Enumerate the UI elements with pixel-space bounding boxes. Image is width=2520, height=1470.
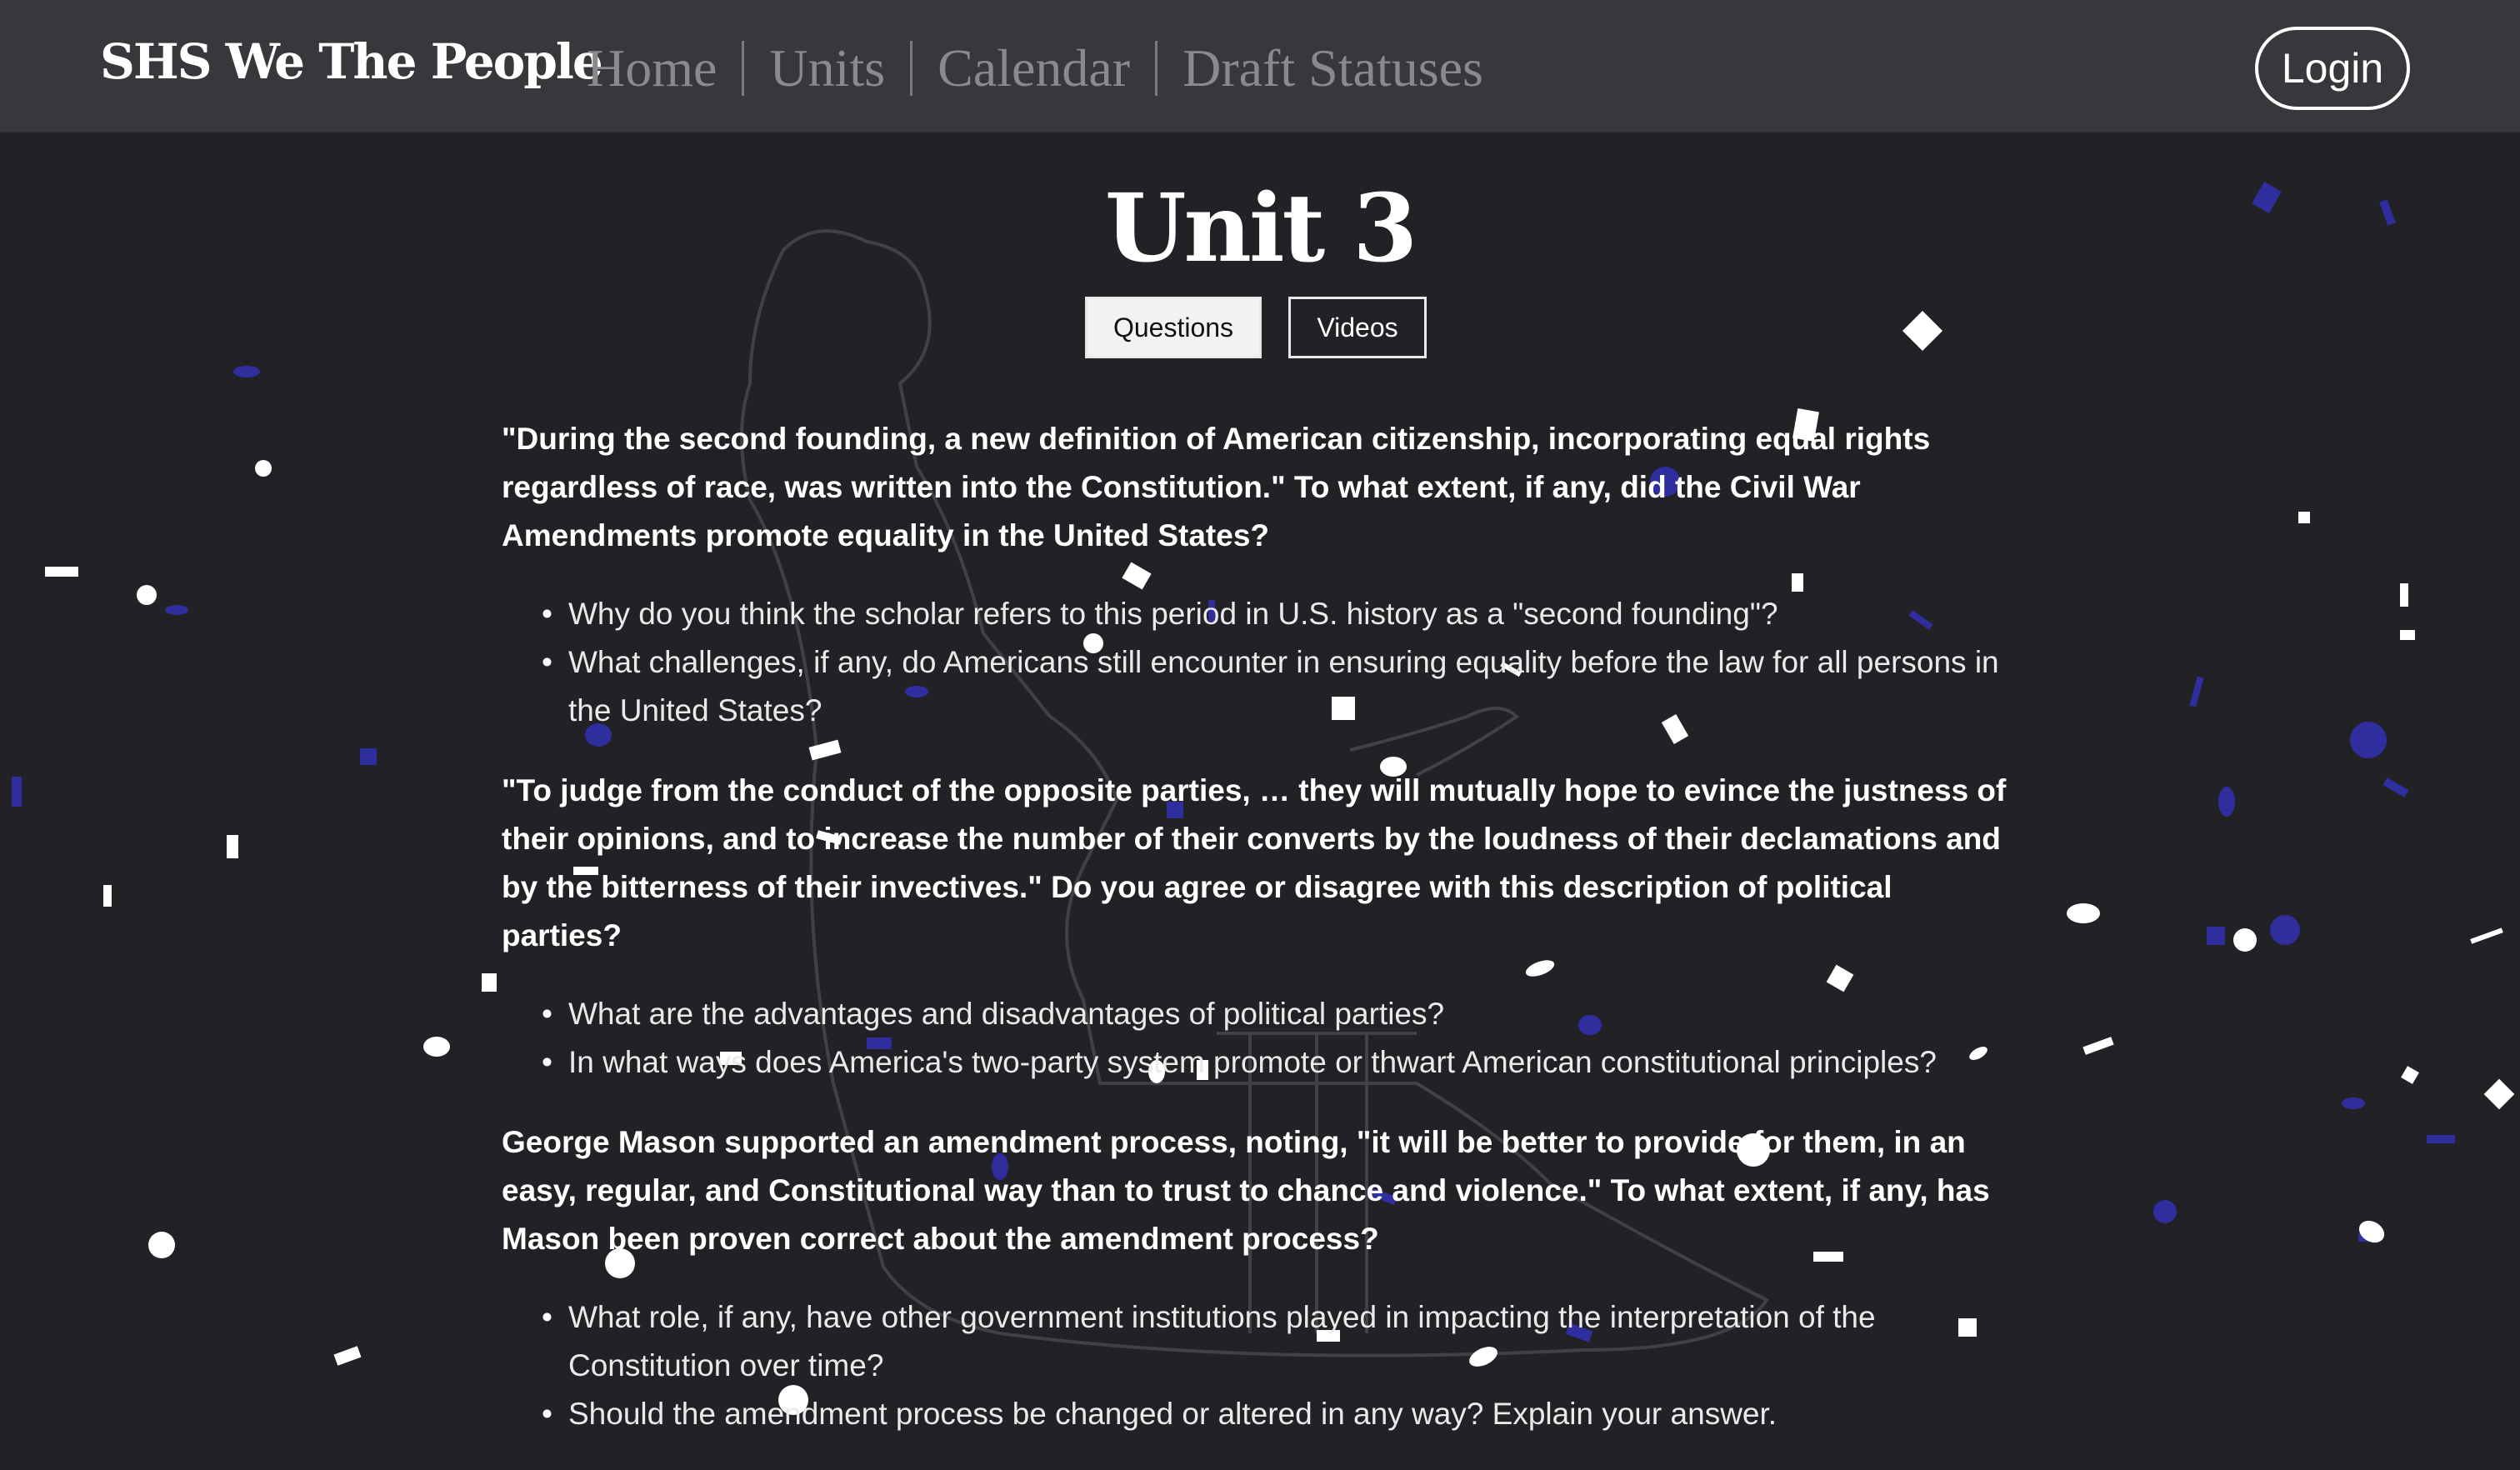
sub-question: Should the amendment process be changed …: [542, 1390, 2018, 1438]
top-navbar: SHS We The People Home Units Calendar Dr…: [0, 0, 2520, 133]
page-title: Unit 3: [1104, 174, 1418, 283]
nav-home-link[interactable]: Home: [587, 35, 717, 102]
nav-units-link[interactable]: Units: [769, 35, 885, 102]
nav-links: Home Units Calendar Draft Statuses: [587, 35, 1483, 102]
sub-question-list: What are the advantages and disadvantage…: [542, 990, 2018, 1087]
unit-tabs: Questions Videos: [1085, 297, 1427, 358]
nav-divider: [1155, 41, 1158, 96]
sub-question: Why do you think the scholar refers to t…: [542, 590, 2018, 638]
question-block: "During the second founding, a new defin…: [502, 415, 2018, 735]
sub-question: In what ways does America's two-party sy…: [542, 1038, 2018, 1087]
question-prompt: "During the second founding, a new defin…: [502, 422, 1931, 552]
login-button[interactable]: Login: [2255, 27, 2410, 110]
nav-calendar-link[interactable]: Calendar: [938, 35, 1130, 102]
question-prompt: George Mason supported an amendment proc…: [502, 1125, 1990, 1256]
tab-questions[interactable]: Questions: [1085, 297, 1262, 358]
question-block: George Mason supported an amendment proc…: [502, 1118, 2018, 1438]
tab-videos[interactable]: Videos: [1288, 297, 1427, 358]
nav-divider: [742, 41, 745, 96]
sub-question: What are the advantages and disadvantage…: [542, 990, 2018, 1038]
sub-question-list: Why do you think the scholar refers to t…: [542, 590, 2018, 735]
question-prompt: "To judge from the conduct of the opposi…: [502, 773, 2007, 952]
sub-question: What role, if any, have other government…: [542, 1293, 2018, 1390]
nav-draft-statuses-link[interactable]: Draft Statuses: [1182, 35, 1483, 102]
nav-divider: [910, 41, 913, 96]
sub-question: What challenges, if any, do Americans st…: [542, 638, 2018, 735]
site-brand[interactable]: SHS We The People: [100, 33, 603, 90]
questions-list: "During the second founding, a new defin…: [502, 415, 2018, 1470]
question-block: "To judge from the conduct of the opposi…: [502, 767, 2018, 1087]
sub-question-list: What role, if any, have other government…: [542, 1293, 2018, 1438]
